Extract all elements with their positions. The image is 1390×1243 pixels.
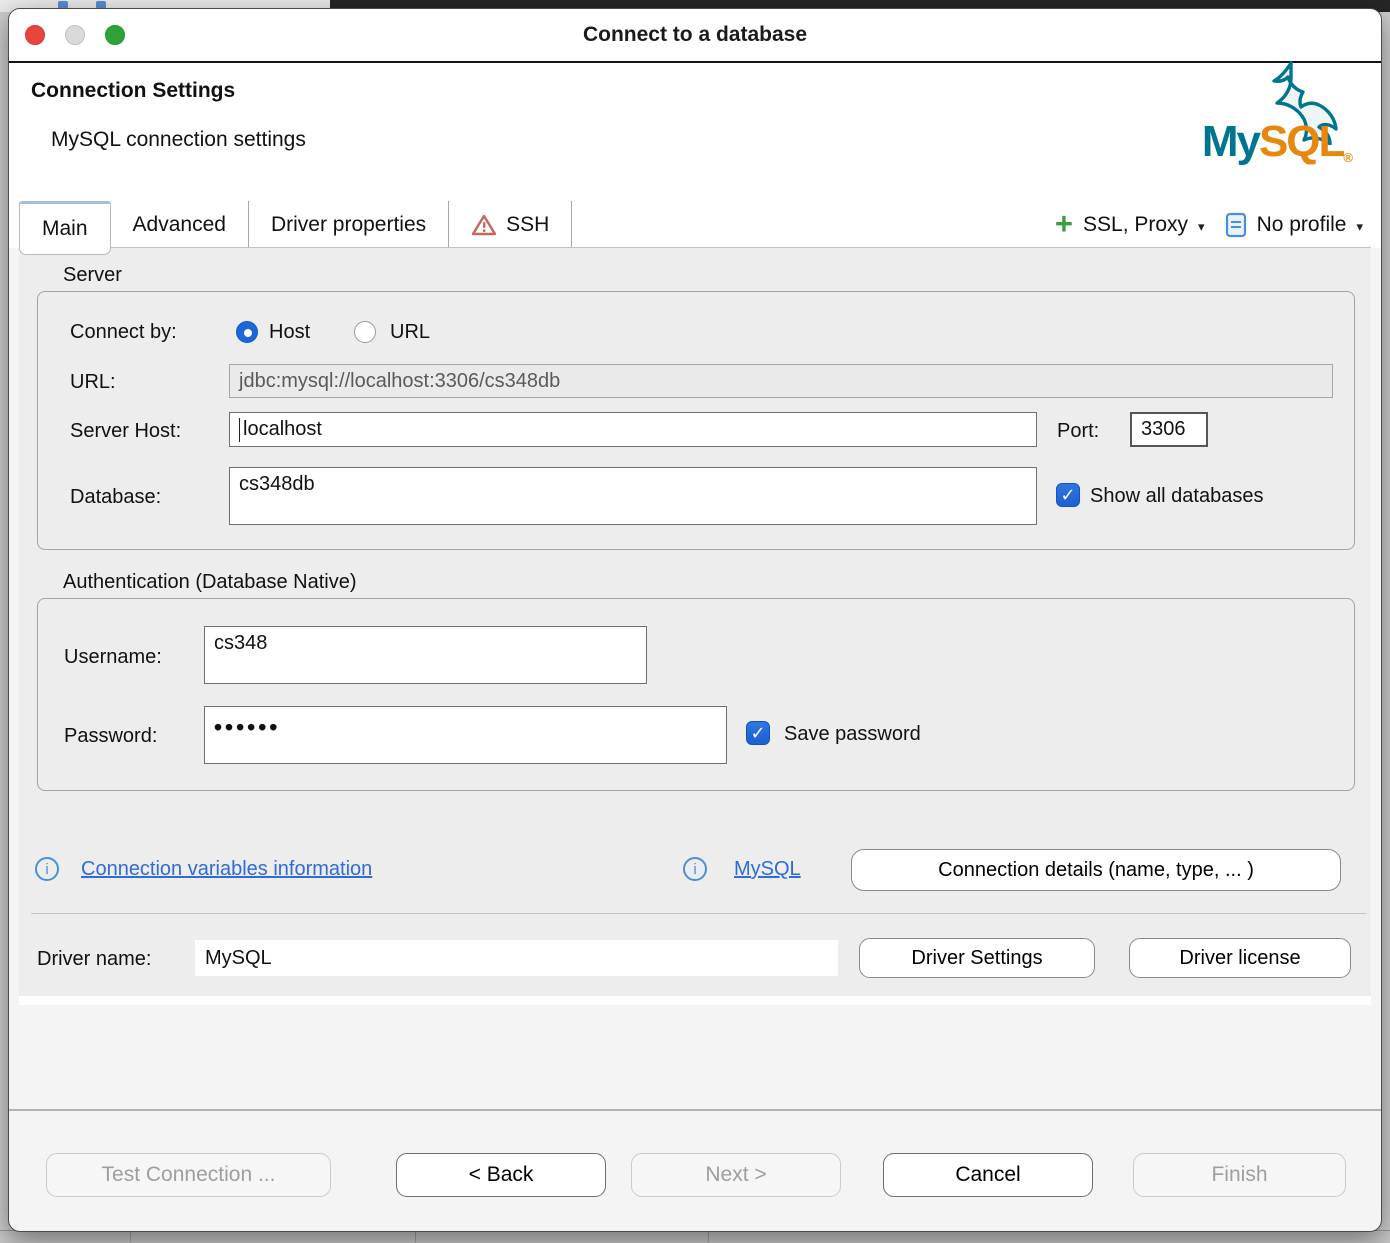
password-input[interactable]: ••••••: [204, 706, 727, 764]
finish-button[interactable]: Finish: [1133, 1153, 1346, 1197]
connect-by-label: Connect by:: [70, 321, 177, 344]
auth-section-label: Authentication (Database Native): [63, 571, 357, 594]
username-value: cs348: [214, 632, 267, 655]
server-host-input[interactable]: localhost: [229, 412, 1037, 447]
port-label: Port:: [1057, 420, 1099, 443]
server-section-label: Server: [63, 264, 122, 287]
driver-name-value: MySQL: [205, 947, 272, 970]
check-icon: ✓: [750, 723, 765, 744]
password-label: Password:: [64, 725, 157, 748]
profile-selector[interactable]: No profile: [1257, 213, 1347, 237]
info-icon: i: [35, 857, 59, 881]
test-connection-button[interactable]: Test Connection ...: [46, 1153, 331, 1197]
host-radio-label[interactable]: Host: [269, 321, 310, 344]
save-password-checkbox[interactable]: ✓: [746, 721, 770, 745]
profile-document-icon: [1225, 212, 1247, 238]
url-radio-label[interactable]: URL: [390, 321, 430, 344]
driver-license-button[interactable]: Driver license: [1129, 938, 1351, 978]
cancel-button[interactable]: Cancel: [883, 1153, 1093, 1197]
chevron-down-icon[interactable]: ▾: [1356, 219, 1363, 235]
background-grid-line: [415, 1231, 416, 1242]
check-icon: ✓: [1060, 485, 1075, 506]
username-input[interactable]: cs348: [204, 626, 647, 684]
background-grid-line: [708, 1231, 709, 1242]
database-label: Database:: [70, 486, 161, 509]
connection-details-button[interactable]: Connection details (name, type, ... ): [851, 849, 1341, 891]
window-title: Connect to a database: [9, 9, 1381, 61]
driver-name-label: Driver name:: [37, 948, 151, 971]
database-input[interactable]: cs348db: [229, 467, 1037, 525]
chevron-down-icon[interactable]: ▾: [1198, 219, 1205, 235]
registered-mark: ®: [1343, 150, 1353, 165]
panel-bottom-strip: [19, 996, 1371, 1005]
back-button[interactable]: < Back: [396, 1153, 606, 1197]
database-value: cs348db: [239, 473, 315, 496]
server-host-label: Server Host:: [70, 420, 181, 443]
port-input[interactable]: 3306: [1130, 412, 1208, 447]
show-all-databases-label[interactable]: Show all databases: [1090, 485, 1263, 508]
tab-ssh-label: SSH: [506, 213, 549, 237]
tab-driver-properties[interactable]: Driver properties: [249, 201, 449, 248]
url-label: URL:: [70, 371, 116, 394]
jdbc-url-value: jdbc:mysql://localhost:3306/cs348db: [239, 370, 560, 393]
connect-database-dialog: Connect to a database Connection Setting…: [8, 8, 1382, 1232]
driver-name-field[interactable]: MySQL: [195, 940, 838, 976]
tab-driver-properties-label: Driver properties: [271, 213, 426, 237]
driver-row-separator: [31, 913, 1366, 914]
background-grid-line: [130, 1231, 131, 1242]
mysql-wordmark-my: My: [1202, 117, 1259, 166]
tab-main[interactable]: Main: [19, 201, 111, 255]
title-bar[interactable]: Connect to a database: [9, 9, 1381, 61]
footer-separator: [9, 1109, 1381, 1111]
info-icon: i: [683, 857, 707, 881]
save-password-label[interactable]: Save password: [784, 723, 921, 746]
jdbc-url-input[interactable]: jdbc:mysql://localhost:3306/cs348db: [229, 364, 1333, 398]
server-group: Connect by: Host URL URL: jdbc:mysql://l…: [37, 291, 1355, 550]
tab-main-label: Main: [42, 217, 88, 241]
mysql-docs-link[interactable]: MySQL: [734, 858, 801, 881]
tab-advanced-label: Advanced: [133, 213, 226, 237]
page-subtitle: MySQL connection settings: [51, 128, 306, 152]
port-value: 3306: [1141, 418, 1186, 441]
warning-icon: [471, 213, 497, 237]
ssl-proxy-menu[interactable]: SSL, Proxy: [1083, 213, 1188, 237]
next-button[interactable]: Next >: [631, 1153, 841, 1197]
auth-group: Username: cs348 Password: •••••• ✓ Save …: [37, 598, 1355, 791]
password-masked-value: ••••••: [214, 716, 280, 739]
tab-advanced[interactable]: Advanced: [111, 201, 249, 248]
connect-by-host-radio[interactable]: [236, 321, 258, 343]
show-all-databases-checkbox[interactable]: ✓: [1056, 483, 1080, 507]
username-label: Username:: [64, 646, 162, 669]
tab-ssh[interactable]: SSH: [449, 201, 572, 248]
add-icon: +: [1055, 208, 1073, 239]
mysql-wordmark: MySQL®: [1202, 117, 1353, 167]
driver-settings-button[interactable]: Driver Settings: [859, 938, 1095, 978]
text-cursor: [239, 418, 240, 442]
server-host-value: localhost: [243, 418, 322, 441]
mysql-wordmark-sql: SQL: [1259, 117, 1343, 166]
connect-by-url-radio[interactable]: [354, 321, 376, 343]
connection-variables-link[interactable]: Connection variables information: [81, 858, 372, 881]
mysql-logo: MySQL®: [1155, 55, 1365, 185]
page-title: Connection Settings: [31, 79, 235, 103]
tab-strip: Main Advanced Driver properties SSH + SS…: [9, 201, 1381, 248]
